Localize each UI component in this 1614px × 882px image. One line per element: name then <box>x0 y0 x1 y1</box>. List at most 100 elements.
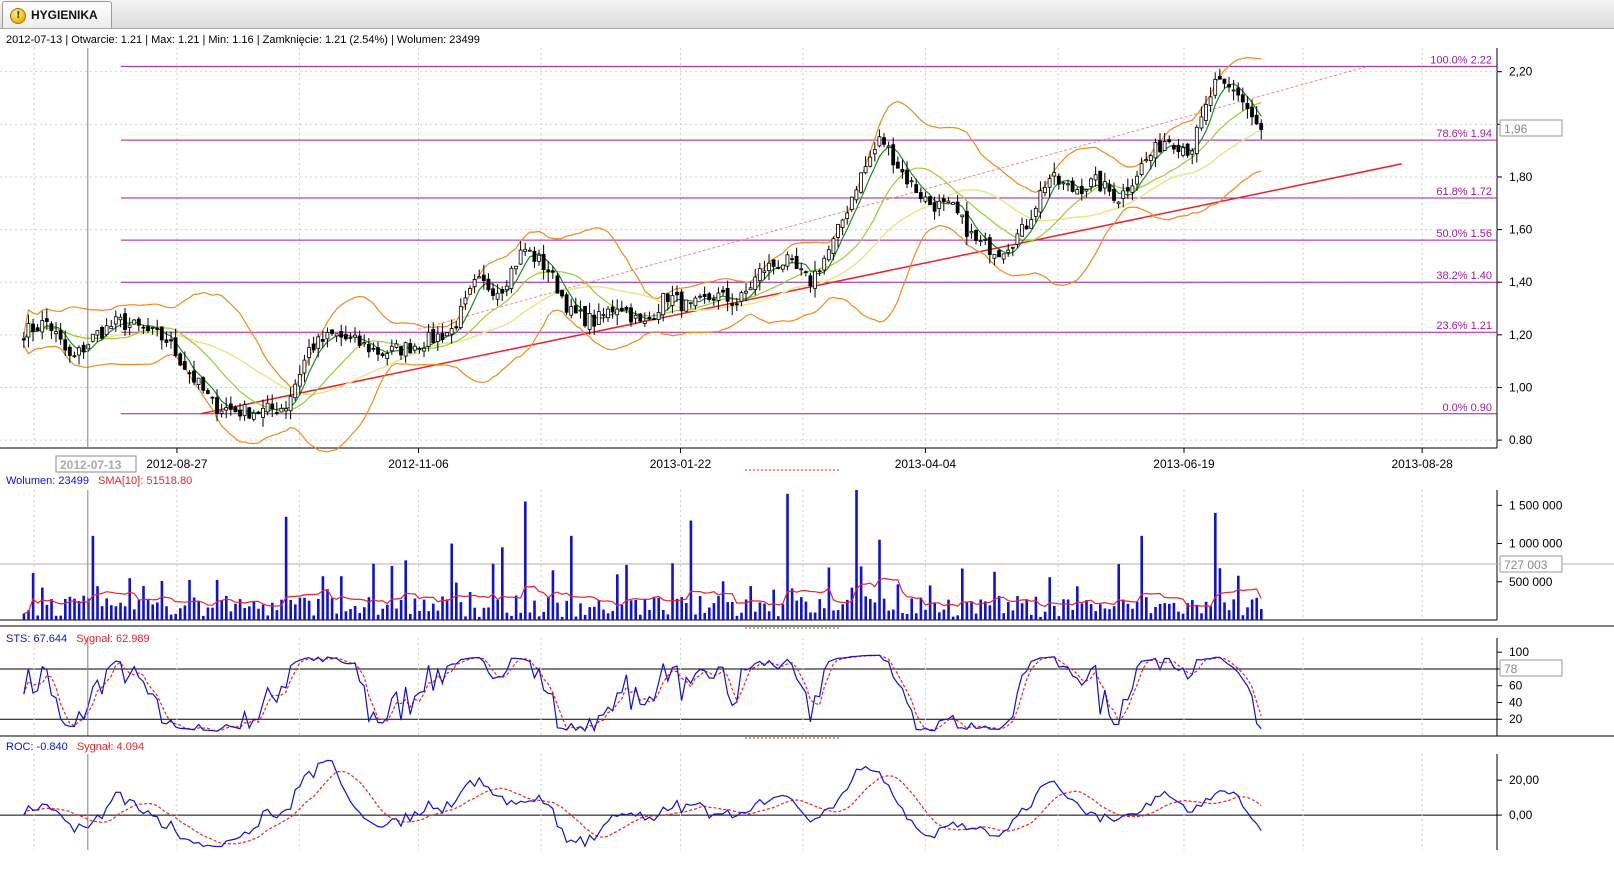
volume-bar <box>873 602 877 620</box>
candle-body <box>247 407 252 419</box>
volume-bar <box>64 598 67 620</box>
volume-bar <box>583 614 587 620</box>
x-tick-label: 2013-01-22 <box>650 457 712 471</box>
tab-hygienika[interactable]: ! HYGIENIKA <box>2 1 112 28</box>
info-bar: 2012-07-13 | Otwarcie: 1.21 | Max: 1.21 … <box>6 34 480 46</box>
candle-body <box>1052 172 1057 177</box>
volume-bar <box>188 579 191 620</box>
volume-bar <box>353 606 357 620</box>
candle-body <box>201 377 206 391</box>
candle-body <box>81 344 86 353</box>
volume-bar <box>1062 599 1065 620</box>
candle-body <box>891 144 896 166</box>
candle-body <box>155 327 160 330</box>
candle-body <box>932 202 937 212</box>
candle-body <box>422 347 426 352</box>
volume-bar <box>229 611 233 620</box>
candle-body <box>688 302 693 305</box>
candle-body <box>1047 178 1052 188</box>
volume-bar <box>160 580 164 620</box>
volume-bar <box>1214 512 1217 620</box>
volume-bar <box>813 612 817 620</box>
volume-bar <box>1025 599 1029 620</box>
candle-body <box>780 264 785 270</box>
stock-chart[interactable]: 2012-07-13 | Otwarcie: 1.21 | Max: 1.21 … <box>0 28 1614 882</box>
volume-bar <box>924 609 927 620</box>
candle-body <box>1254 114 1259 125</box>
roc-legend: ROC: -0.840 Sygnał: 4.094 <box>6 741 144 753</box>
candle-body <box>661 293 666 316</box>
volume-bar <box>501 547 504 620</box>
candle-body <box>583 306 587 327</box>
roc-signal-label: Sygnał: 4.094 <box>77 741 144 753</box>
moving-average-slow <box>23 129 1262 396</box>
candle-body <box>619 307 624 311</box>
candle-body <box>1075 189 1080 195</box>
volume-bar <box>974 613 978 620</box>
volume-bar <box>685 603 688 620</box>
sts-main-line <box>23 654 1262 733</box>
volume-bar <box>496 599 500 620</box>
candle-body <box>357 335 362 346</box>
candle-body <box>35 327 40 332</box>
roc-series-label: ROC: -0.840 <box>6 741 68 753</box>
volume-bar <box>257 608 260 620</box>
candle-body <box>67 346 72 356</box>
volume-bar <box>1108 609 1111 620</box>
volume-bar <box>1099 604 1102 620</box>
candle-body <box>399 346 403 356</box>
volume-bar <box>979 599 983 620</box>
candle-body <box>527 249 532 252</box>
candle-body <box>730 302 735 306</box>
candle-body <box>941 198 946 202</box>
candle-body <box>90 333 95 342</box>
volume-bar <box>717 596 720 620</box>
volume-bar <box>611 611 615 620</box>
candle-body <box>1102 181 1107 189</box>
candle-body <box>495 292 500 300</box>
candle-body <box>366 344 371 353</box>
sts-signal-label: Sygnał: 62.989 <box>76 633 149 645</box>
volume-y-tick-label: 1 500 000 <box>1509 498 1563 512</box>
volume-bar <box>1117 564 1121 620</box>
volume-bar <box>307 600 311 620</box>
roc-y-tick-label: 0,00 <box>1509 808 1533 822</box>
volume-bar <box>712 603 716 620</box>
candle-body <box>449 328 454 335</box>
volume-bar <box>1241 615 1245 620</box>
volume-bar <box>409 613 412 620</box>
candle-body <box>514 265 518 270</box>
volume-bar <box>1039 616 1042 620</box>
volume-bar <box>275 610 279 620</box>
candle-body <box>1236 87 1241 96</box>
candle-body <box>435 333 440 342</box>
candle-body <box>1038 190 1043 213</box>
volume-bar <box>1057 616 1061 620</box>
candle-body <box>693 297 698 307</box>
volume-bar <box>836 609 840 620</box>
volume-bar <box>662 609 665 620</box>
sts-panel: 20406080100 <box>0 625 1614 739</box>
candle-body <box>1190 150 1195 155</box>
volume-bar <box>708 607 711 620</box>
candle-body <box>863 165 868 174</box>
candle-body <box>311 343 316 351</box>
volume-bar <box>703 612 707 620</box>
volume-bar <box>68 596 72 620</box>
candle-body <box>656 312 661 320</box>
candle-body <box>914 184 919 194</box>
volume-bar <box>800 597 803 620</box>
roc-main-line <box>23 759 1262 848</box>
volume-bar <box>1168 603 1171 620</box>
volume-bar <box>965 601 969 620</box>
candle-body <box>762 270 767 273</box>
volume-bar <box>652 596 656 620</box>
x-tick-label: 2013-06-19 <box>1153 457 1215 471</box>
candle-body <box>1162 141 1167 151</box>
candle-body <box>629 307 633 323</box>
candle-body <box>274 412 279 414</box>
candle-body <box>1010 246 1015 249</box>
volume-bar <box>123 606 127 620</box>
candle-body <box>573 305 578 314</box>
candle-body <box>578 309 583 312</box>
